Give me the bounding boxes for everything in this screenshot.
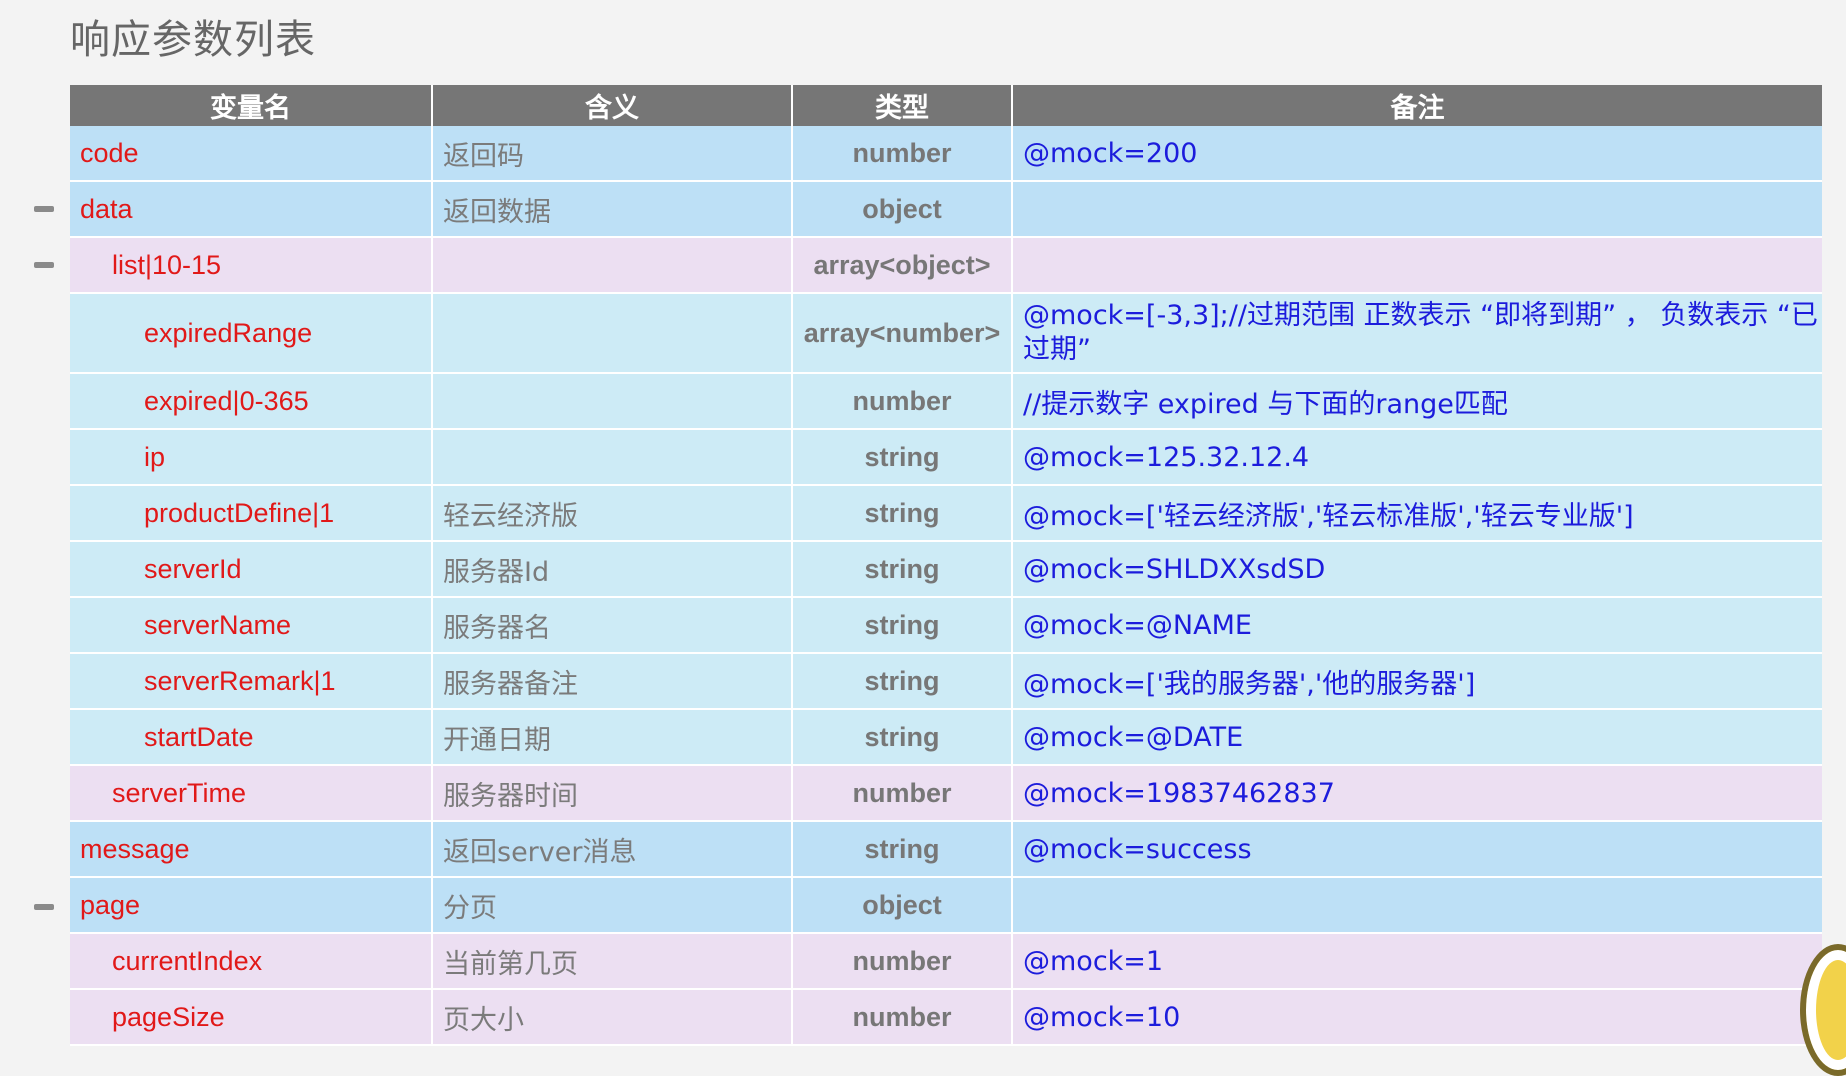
param-meaning: 开通日期 — [432, 709, 793, 766]
param-note — [1012, 237, 1822, 294]
page-title: 响应参数列表 — [70, 17, 316, 63]
param-type: number — [792, 933, 1013, 990]
param-type: string — [792, 709, 1013, 766]
param-note: @mock=19837462837 — [1012, 765, 1822, 822]
param-name: data — [70, 181, 433, 238]
table-row: list|10-15 array<object> — [70, 237, 1822, 294]
param-type: string — [792, 429, 1013, 486]
param-name: code — [70, 126, 433, 182]
table-row: serverTime 服务器时间 number @mock=1983746283… — [70, 765, 1822, 822]
param-name: serverId — [70, 541, 433, 598]
param-meaning: 页大小 — [432, 989, 793, 1046]
table-row: expired|0-365 number //提示数字 expired 与下面的… — [70, 373, 1822, 430]
table-row: page 分页 object — [70, 877, 1822, 934]
param-meaning: 分页 — [432, 877, 793, 934]
column-header-meaning: 含义 — [432, 85, 793, 126]
table-row: pageSize 页大小 number @mock=10 — [70, 989, 1822, 1046]
param-meaning — [432, 237, 793, 294]
param-note: @mock=[-3,3];//过期范围 正数表示 “即将到期” ， 负数表示 “… — [1012, 293, 1822, 374]
param-note: @mock=['我的服务器','他的服务器'] — [1012, 653, 1822, 710]
param-note: @mock=success — [1012, 821, 1822, 878]
param-name: ip — [70, 429, 433, 486]
table-row: message 返回server消息 string @mock=success — [70, 821, 1822, 878]
param-type: number — [792, 373, 1013, 430]
param-type: array<object> — [792, 237, 1013, 294]
param-meaning: 服务器时间 — [432, 765, 793, 822]
param-note: //提示数字 expired 与下面的range匹配 — [1012, 373, 1822, 430]
param-meaning — [432, 293, 793, 374]
param-name: list|10-15 — [70, 237, 433, 294]
column-header-note: 备注 — [1012, 85, 1822, 126]
param-name: expiredRange — [70, 293, 433, 374]
param-note: @mock=200 — [1012, 126, 1822, 182]
param-note: @mock=10 — [1012, 989, 1822, 1046]
column-header-type: 类型 — [792, 85, 1013, 126]
param-meaning: 返回数据 — [432, 181, 793, 238]
param-meaning: 返回码 — [432, 126, 793, 182]
column-header-name: 变量名 — [70, 85, 433, 126]
param-type: string — [792, 541, 1013, 598]
param-meaning: 服务器名 — [432, 597, 793, 654]
param-note: @mock=@NAME — [1012, 597, 1822, 654]
param-type: object — [792, 181, 1013, 238]
param-name: serverTime — [70, 765, 433, 822]
param-type: number — [792, 126, 1013, 182]
param-name: page — [70, 877, 433, 934]
param-note: @mock=@DATE — [1012, 709, 1822, 766]
table-header-row: 变量名 含义 类型 备注 — [70, 85, 1822, 126]
table-row: startDate 开通日期 string @mock=@DATE — [70, 709, 1822, 766]
param-note — [1012, 181, 1822, 238]
param-note: @mock=['轻云经济版','轻云标准版','轻云专业版'] — [1012, 485, 1822, 542]
table-row: productDefine|1 轻云经济版 string @mock=['轻云经… — [70, 485, 1822, 542]
param-meaning: 返回server消息 — [432, 821, 793, 878]
table-row: serverId 服务器Id string @mock=SHLDXXsdSD — [70, 541, 1822, 598]
table-row: expiredRange array<number> @mock=[-3,3];… — [70, 293, 1822, 374]
param-name: pageSize — [70, 989, 433, 1046]
param-note: @mock=SHLDXXsdSD — [1012, 541, 1822, 598]
table-row: code 返回码 number @mock=200 — [70, 126, 1822, 182]
param-type: array<number> — [792, 293, 1013, 374]
collapse-list-toggle[interactable] — [34, 262, 54, 268]
param-type: number — [792, 989, 1013, 1046]
param-name: currentIndex — [70, 933, 433, 990]
table-row: serverRemark|1 服务器备注 string @mock=['我的服务… — [70, 653, 1822, 710]
table-row: ip string @mock=125.32.12.4 — [70, 429, 1822, 486]
param-type: string — [792, 485, 1013, 542]
param-type: number — [792, 765, 1013, 822]
param-name: message — [70, 821, 433, 878]
param-type: string — [792, 653, 1013, 710]
param-meaning — [432, 373, 793, 430]
collapse-page-toggle[interactable] — [34, 904, 54, 910]
param-meaning — [432, 429, 793, 486]
param-meaning: 服务器备注 — [432, 653, 793, 710]
param-meaning: 轻云经济版 — [432, 485, 793, 542]
param-meaning: 服务器Id — [432, 541, 793, 598]
response-params-table: 变量名 含义 类型 备注 code 返回码 number @mock=200 d… — [70, 85, 1822, 1046]
param-note — [1012, 877, 1822, 934]
param-note: @mock=1 — [1012, 933, 1822, 990]
param-name: serverName — [70, 597, 433, 654]
table-row: data 返回数据 object — [70, 181, 1822, 238]
table-row: currentIndex 当前第几页 number @mock=1 — [70, 933, 1822, 990]
param-type: string — [792, 597, 1013, 654]
table-row: serverName 服务器名 string @mock=@NAME — [70, 597, 1822, 654]
param-name: expired|0-365 — [70, 373, 433, 430]
param-type: string — [792, 821, 1013, 878]
param-note: @mock=125.32.12.4 — [1012, 429, 1822, 486]
param-type: object — [792, 877, 1013, 934]
param-name: startDate — [70, 709, 433, 766]
collapse-data-toggle[interactable] — [34, 206, 54, 212]
param-name: productDefine|1 — [70, 485, 433, 542]
param-name: serverRemark|1 — [70, 653, 433, 710]
param-meaning: 当前第几页 — [432, 933, 793, 990]
